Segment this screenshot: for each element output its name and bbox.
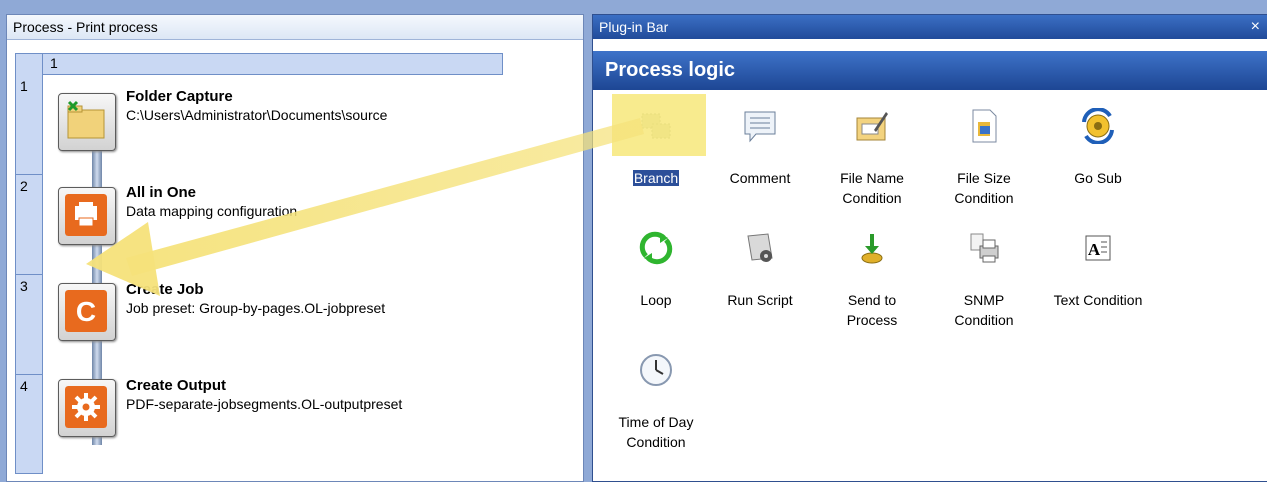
plugin-label-line-1: Send to (847, 292, 897, 308)
plugin-label: Run Script (727, 292, 793, 308)
row-number[interactable]: 2 (20, 178, 28, 194)
plugin-label-line-2: Condition (842, 190, 902, 206)
plugin-label: Loop (640, 292, 672, 308)
task-description: Data mapping configuration (126, 203, 298, 219)
plugin-snmp-condition[interactable]: SNMP Condition (929, 230, 1039, 330)
svg-text:A: A (1088, 240, 1101, 259)
row-separator (16, 274, 42, 275)
plugin-bar-title: Plug-in Bar (593, 15, 1267, 39)
plugin-label-line-1: File Name (840, 170, 904, 186)
run-script-icon (747, 233, 773, 262)
row-number[interactable]: 1 (20, 78, 28, 94)
plugin-text-condition[interactable]: A Text Condition (1043, 230, 1153, 330)
close-icon[interactable]: × (1251, 15, 1260, 39)
plugin-label: File Name Condition (817, 168, 927, 208)
loop-icon (639, 231, 673, 265)
all-in-one-icon (65, 194, 107, 236)
plugin-comment[interactable]: Comment (705, 108, 815, 208)
plugin-label: Text Condition (1053, 292, 1143, 308)
file-size-condition-icon (972, 109, 997, 143)
plugin-label-line-1: SNMP (963, 292, 1005, 308)
all-in-one-task[interactable] (58, 187, 116, 245)
row-separator (16, 174, 42, 175)
plugin-label: Go Sub (1074, 170, 1122, 186)
svg-text:C: C (76, 296, 96, 327)
plugin-file-size-condition[interactable]: File Size Condition (929, 108, 1039, 208)
row-number[interactable]: 3 (20, 278, 28, 294)
plugin-loop[interactable]: Loop (601, 230, 711, 330)
create-job-icon: C (65, 290, 107, 332)
column-header-label: 1 (50, 55, 58, 71)
row-separator (16, 473, 42, 474)
task-name: Create Output (126, 377, 227, 394)
create-output-icon (65, 386, 107, 428)
text-condition-icon: A (1085, 235, 1111, 261)
plugin-label: Time of Day Condition (601, 412, 711, 452)
plugin-label-line-2: Condition (954, 190, 1014, 206)
corner-cell (16, 54, 43, 74)
task-name: Folder Capture (126, 88, 233, 105)
create-job-task[interactable]: C (58, 283, 116, 341)
snmp-condition-icon (970, 233, 999, 263)
plugin-bar: Plug-in Bar × Process logic Branch Comme… (592, 14, 1267, 482)
plugin-file-name-condition[interactable]: File Name Condition (817, 108, 927, 208)
folder-capture-icon (67, 100, 105, 139)
plugin-run-script[interactable]: Run Script (705, 230, 815, 330)
column-header[interactable]: 1 (15, 53, 503, 75)
task-description: C:\Users\Administrator\Documents\source (126, 107, 388, 123)
plugin-time-of-day-condition[interactable]: Time of Day Condition (601, 352, 711, 462)
plugin-label-line-1: File Size (957, 170, 1011, 186)
process-panel: Process - Print process 1 1 2 3 4 Folder… (6, 14, 584, 482)
plugin-label: Send to Process (817, 290, 927, 330)
plugin-label: SNMP Condition (929, 290, 1039, 330)
plugin-label: Comment (729, 170, 791, 186)
go-sub-icon (1082, 108, 1114, 144)
task-description: PDF-separate-jobsegments.OL-outputpreset (126, 396, 403, 412)
folder-capture-task[interactable] (58, 93, 116, 151)
send-to-process-icon (861, 234, 883, 264)
create-output-task[interactable] (58, 379, 116, 437)
plugin-go-sub[interactable]: Go Sub (1043, 108, 1153, 208)
row-separator (16, 374, 42, 375)
plugin-label: Branch (632, 170, 680, 186)
row-number[interactable]: 4 (20, 378, 28, 394)
plugin-send-to-process[interactable]: Send to Process (817, 230, 927, 330)
row-gutter: 1 2 3 4 (15, 74, 43, 474)
drag-highlight (612, 94, 706, 156)
plugin-label-line-2: Condition (626, 434, 686, 450)
process-panel-title: Process - Print process (7, 15, 583, 40)
comment-icon (744, 111, 776, 143)
plugin-label-line-2: Condition (954, 312, 1014, 328)
plugin-label-line-2: Process (846, 312, 898, 328)
file-name-condition-icon (856, 112, 888, 141)
task-name: Create Job (126, 281, 204, 298)
task-name: All in One (126, 184, 197, 201)
plugin-label: File Size Condition (929, 168, 1039, 208)
task-description: Job preset: Group-by-pages.OL-jobpreset (126, 300, 386, 316)
plugin-label-line-1: Time of Day (618, 414, 694, 430)
process-logic-header[interactable]: Process logic (593, 51, 1267, 89)
time-of-day-condition-icon (640, 354, 672, 386)
